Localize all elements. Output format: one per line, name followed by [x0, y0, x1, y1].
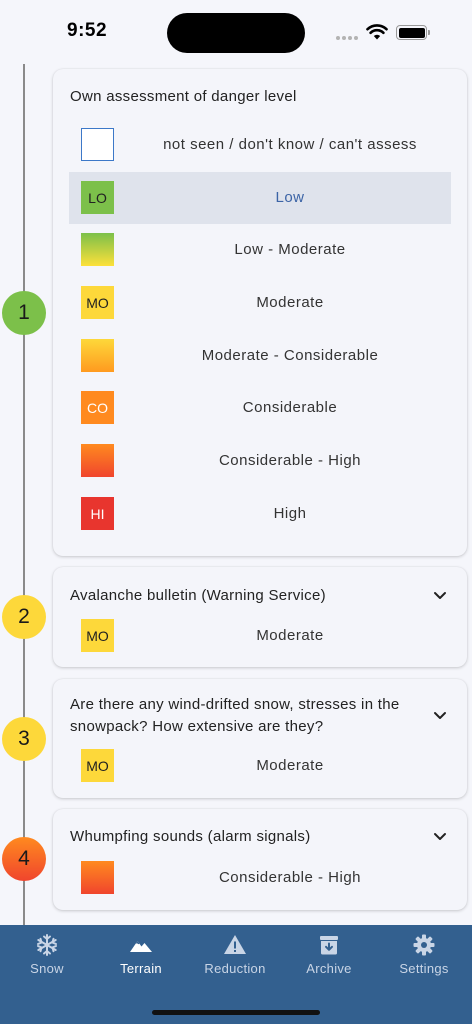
nav-item-terrain[interactable]: Terrain: [94, 933, 188, 983]
option-swatch-low-moderate: [81, 233, 114, 266]
question-card-bulletin[interactable]: Avalanche bulletin (Warning Service) MO …: [53, 567, 467, 667]
option-low-moderate[interactable]: Low - Moderate: [69, 224, 451, 276]
option-low[interactable]: LO Low: [69, 172, 451, 224]
step-4-marker: 4: [2, 837, 46, 881]
answer-row: MO Moderate: [69, 746, 451, 786]
option-swatch-high: HI: [81, 497, 114, 530]
assessment-card: Own assessment of danger level not seen …: [53, 69, 467, 556]
answer-swatch-moderate: MO: [81, 619, 114, 652]
home-indicator: [152, 1010, 320, 1015]
option-moderate[interactable]: MO Moderate: [69, 277, 451, 329]
answer-swatch-considerable-high: [81, 861, 114, 894]
option-swatch-not-seen: [81, 128, 114, 161]
mountain-icon: [130, 941, 152, 952]
option-considerable-high[interactable]: Considerable - High: [69, 435, 451, 487]
nav-label: Snow: [30, 961, 64, 976]
option-not-seen[interactable]: not seen / don't know / can't assess: [69, 119, 451, 171]
chevron-down-icon[interactable]: [433, 832, 447, 842]
option-label: Low: [275, 189, 305, 206]
warning-icon: [224, 935, 246, 954]
option-swatch-moderate-considerable: [81, 339, 114, 372]
assessment-title: Own assessment of danger level: [70, 88, 297, 105]
option-high[interactable]: HI High: [69, 488, 451, 540]
step-1-marker: 1: [2, 291, 46, 335]
snowflake-icon: [37, 934, 57, 956]
answer-label: Moderate: [256, 757, 324, 774]
option-considerable[interactable]: CO Considerable: [69, 382, 451, 434]
option-swatch-low: LO: [81, 181, 114, 214]
answer-label: Considerable - High: [218, 869, 362, 886]
nav-label: Settings: [399, 961, 449, 976]
nav-label: Archive: [306, 961, 352, 976]
option-swatch-considerable: CO: [81, 391, 114, 424]
archive-icon: [320, 936, 338, 955]
answer-label: Moderate: [256, 627, 324, 644]
option-label: Moderate - Considerable: [201, 347, 379, 364]
option-label: not seen / don't know / can't assess: [163, 136, 417, 153]
nav-item-settings[interactable]: Settings: [377, 933, 471, 983]
dynamic-island: [167, 13, 305, 53]
option-swatch-considerable-high: [81, 444, 114, 477]
option-moderate-considerable[interactable]: Moderate - Considerable: [69, 330, 451, 382]
nav-item-snow[interactable]: Snow: [0, 933, 94, 983]
option-label: High: [273, 505, 307, 522]
gear-icon: [413, 934, 435, 956]
nav-item-reduction[interactable]: Reduction: [188, 933, 282, 983]
status-time: 9:52: [67, 20, 108, 41]
cellular-signal-icon: [336, 36, 358, 40]
answer-row: Considerable - High: [69, 858, 451, 898]
option-label: Considerable: [242, 399, 338, 416]
question-card-whumpfing[interactable]: Whumpfing sounds (alarm signals) Conside…: [53, 809, 467, 910]
answer-swatch-moderate: MO: [81, 749, 114, 782]
answer-row: MO Moderate: [69, 616, 451, 656]
option-label: Low - Moderate: [234, 241, 346, 258]
question-text: Whumpfing sounds (alarm signals): [70, 828, 311, 845]
question-text: Are there any wind-drifted snow, stresse…: [70, 696, 400, 735]
option-swatch-moderate: MO: [81, 286, 114, 319]
question-text: Avalanche bulletin (Warning Service): [70, 587, 326, 604]
wifi-icon: [366, 24, 388, 40]
timeline-line: [23, 64, 25, 926]
step-3-marker: 3: [2, 717, 46, 761]
chevron-down-icon[interactable]: [433, 591, 447, 601]
battery-icon: [396, 25, 430, 40]
status-bar: 9:52: [0, 0, 472, 64]
option-label: Considerable - High: [218, 452, 362, 469]
option-label: Moderate: [256, 294, 324, 311]
step-2-marker: 2: [2, 595, 46, 639]
nav-item-archive[interactable]: Archive: [282, 933, 376, 983]
question-card-wind-drifted[interactable]: Are there any wind-drifted snow, stresse…: [53, 679, 467, 798]
nav-label: Reduction: [204, 961, 266, 976]
chevron-down-icon[interactable]: [433, 711, 447, 721]
nav-label: Terrain: [120, 961, 162, 976]
